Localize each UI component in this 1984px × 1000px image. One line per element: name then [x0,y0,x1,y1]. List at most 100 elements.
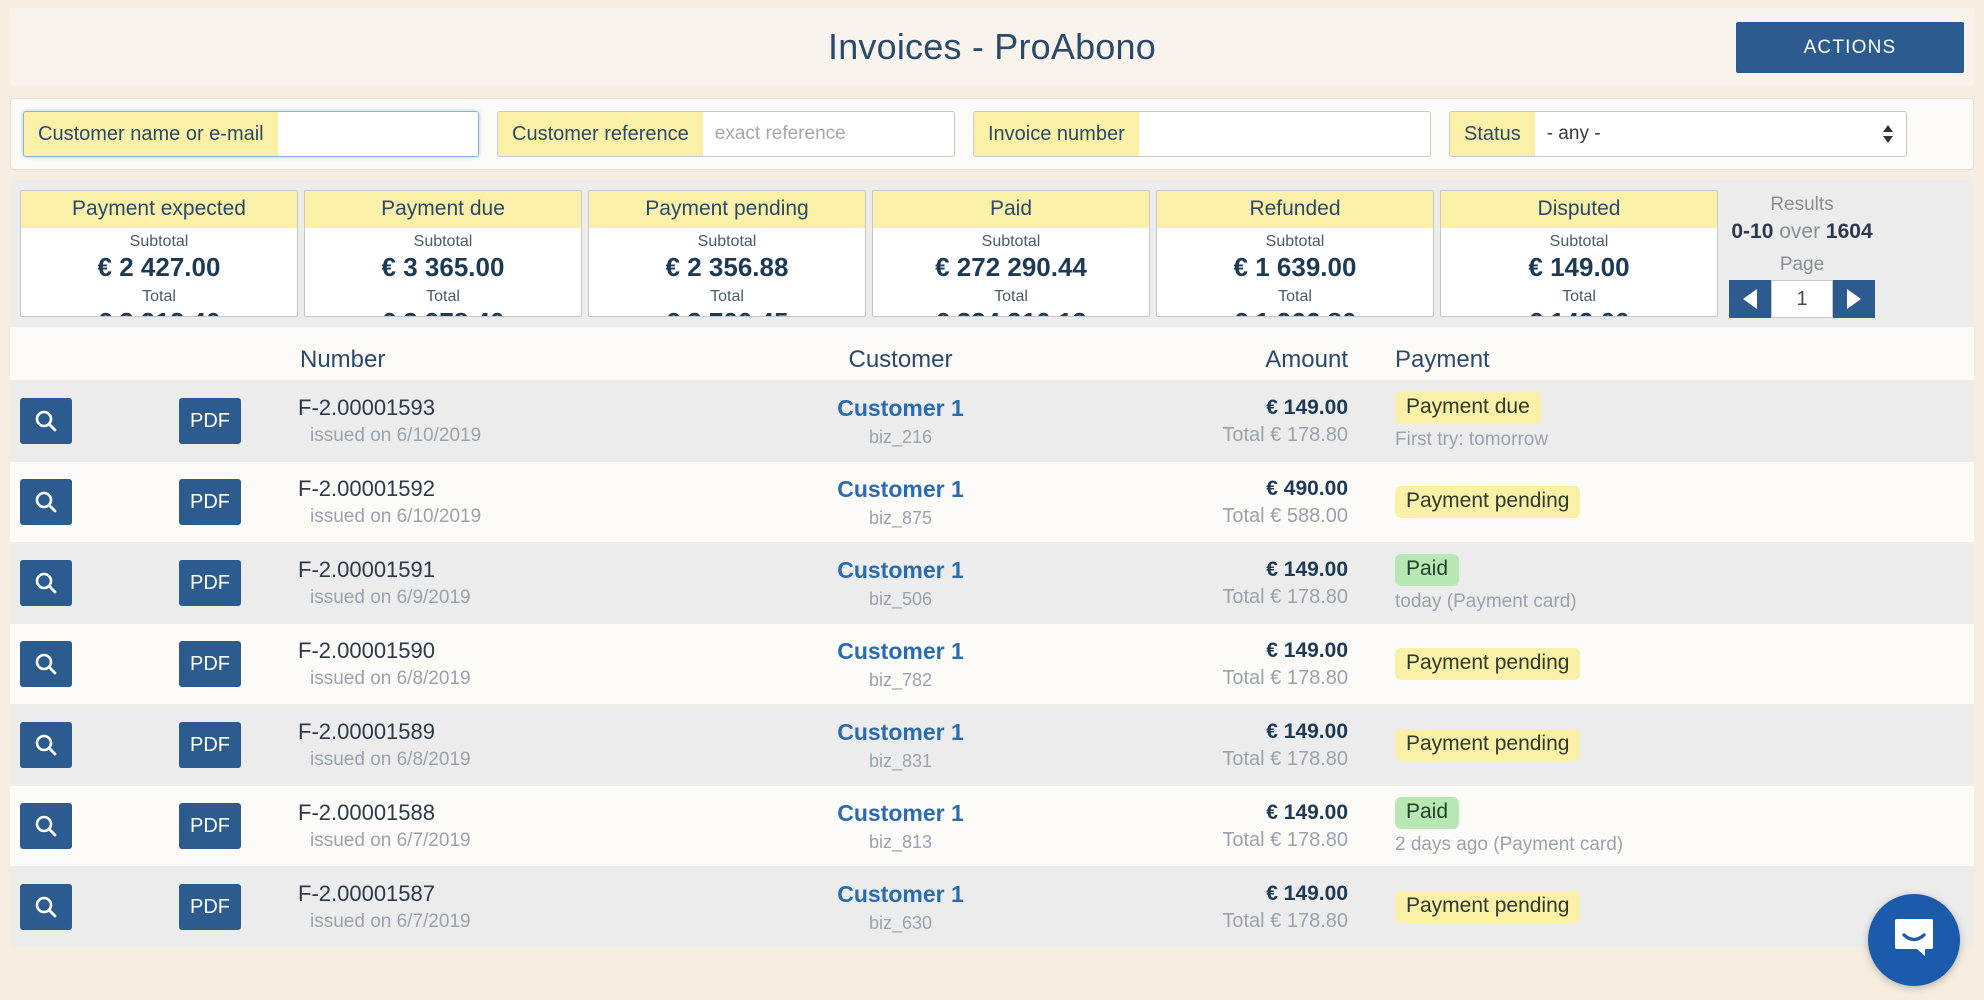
filter-customer-name[interactable]: Customer name or e-mail [23,111,479,157]
amount-subtotal: € 149.00 [1266,557,1348,581]
amount-total: Total € 178.80 [1222,666,1348,689]
invoice-number-cell: F-2.00001587 issued on 6/7/2019 [298,881,728,933]
stepper-arrows-icon[interactable] [1882,124,1894,144]
table-row[interactable]: PDF F-2.00001589 issued on 6/8/2019 Custome… [10,704,1974,785]
filter-status[interactable]: Status - any - [1449,111,1907,157]
invoice-number: F-2.00001592 [298,476,435,501]
table-row[interactable]: PDF F-2.00001591 issued on 6/9/2019 Custome… [10,542,1974,623]
chat-launcher-button[interactable] [1868,894,1960,986]
invoice-issued-date: issued on 6/10/2019 [310,506,482,527]
summary-card-paid: Paid Subtotal € 272 290.44 Total € 324 9… [872,190,1150,317]
download-pdf-button[interactable]: PDF [179,641,241,687]
customer-reference: biz_813 [868,831,933,852]
row-actions: PDF [10,641,298,687]
invoice-number-cell: F-2.00001589 issued on 6/8/2019 [298,719,728,771]
amount-cell: € 490.00 Total € 588.00 [1073,477,1383,528]
download-pdf-button[interactable]: PDF [179,722,241,768]
invoice-number: F-2.00001591 [298,557,435,582]
row-actions: PDF [10,803,298,849]
summary-subtotal-value: € 2 356.88 [665,252,789,282]
table-row[interactable]: PDF F-2.00001592 issued on 6/10/2019 Custom… [10,461,1974,542]
status-badge: Paid [1395,553,1460,586]
summary-card-refunded: Refunded Subtotal € 1 639.00 Total € 1 9… [1156,190,1434,317]
table-row[interactable]: PDF F-2.00001590 issued on 6/8/2019 Custome… [10,623,1974,704]
view-invoice-button[interactable] [20,560,72,606]
amount-subtotal: € 149.00 [1266,719,1348,743]
summary-subtotal-value: € 3 365.00 [381,252,505,282]
status-badge: Payment pending [1395,729,1581,761]
view-invoice-button[interactable] [20,803,72,849]
page-header: Invoices - ProAbono ACTIONS [10,8,1974,86]
row-actions: PDF [10,560,298,606]
customer-name-input[interactable] [277,112,478,156]
invoice-issued-date: issued on 6/8/2019 [310,749,471,770]
summary-total-value: € 3 978.40 [382,307,505,316]
download-pdf-button[interactable]: PDF [179,479,241,525]
download-pdf-button[interactable]: PDF [179,884,241,930]
download-pdf-button[interactable]: PDF [179,803,241,849]
amount-total: Total € 178.80 [1222,828,1348,851]
filter-customer-reference[interactable]: Customer reference [497,111,955,157]
chat-bubble-icon [1891,915,1937,966]
amount-cell: € 149.00 Total € 178.80 [1073,639,1383,690]
customer-link[interactable]: Customer 1 [728,881,1073,908]
customer-link[interactable]: Customer 1 [728,395,1073,422]
results-range: 0-10 [1731,220,1774,243]
invoice-number: F-2.00001588 [298,800,435,825]
page-label: Page [1779,254,1825,275]
summary-total-label: Total [994,288,1028,305]
customer-reference: biz_831 [868,750,933,771]
customer-link[interactable]: Customer 1 [728,800,1073,827]
summary-subtotal-value: € 272 290.44 [935,252,1087,282]
results-count: 0-10 over 1604 [1731,220,1872,244]
customer-link[interactable]: Customer 1 [728,719,1073,746]
download-pdf-button[interactable]: PDF [179,398,241,444]
customer-cell: Customer 1 biz_813 [728,800,1073,853]
customer-reference: biz_506 [868,588,933,609]
view-invoice-button[interactable] [20,641,72,687]
next-page-button[interactable] [1833,280,1875,318]
page-number-value[interactable]: 1 [1771,280,1833,318]
view-invoice-button[interactable] [20,479,72,525]
view-invoice-button[interactable] [20,722,72,768]
payment-note: First try: tomorrow [1395,428,1549,450]
column-header-amount: Amount [1265,346,1348,373]
customer-cell: Customer 1 biz_630 [728,881,1073,934]
table-row[interactable]: PDF F-2.00001587 issued on 6/7/2019 Custome… [10,866,1974,947]
summary-total-label: Total [426,288,460,305]
summary-card-title: Payment expected [21,191,297,228]
download-pdf-button[interactable]: PDF [179,560,241,606]
customer-reference-input[interactable] [702,112,954,156]
invoice-issued-date: issued on 6/7/2019 [310,830,471,851]
filter-invoice-number[interactable]: Invoice number [973,111,1431,157]
amount-total: Total € 178.80 [1222,423,1348,446]
results-label: Results [1770,194,1834,215]
view-invoice-button[interactable] [20,398,72,444]
payment-note: 2 days ago (Payment card) [1395,833,1624,855]
summary-card-disputed: Disputed Subtotal € 149.00 Total € 149.0… [1440,190,1718,317]
previous-page-button[interactable] [1729,280,1771,318]
view-invoice-button[interactable] [20,884,72,930]
amount-cell: € 149.00 Total € 178.80 [1073,801,1383,852]
customer-link[interactable]: Customer 1 [728,476,1073,503]
summary-subtotal-label: Subtotal [981,233,1041,250]
customer-cell: Customer 1 biz_506 [728,557,1073,610]
table-row[interactable]: PDF F-2.00001593 issued on 6/10/2019 Custom… [10,380,1974,461]
status-select[interactable]: - any - [1535,112,1906,156]
row-actions: PDF [10,479,298,525]
status-select-value: - any - [1546,123,1601,144]
customer-link[interactable]: Customer 1 [728,638,1073,665]
amount-total: Total € 178.80 [1222,747,1348,770]
summary-total-label: Total [710,288,744,305]
invoice-number-cell: F-2.00001593 issued on 6/10/2019 [298,395,728,447]
actions-button[interactable]: ACTIONS [1736,22,1964,73]
summary-total-value: € 324 910.19 [935,307,1087,316]
invoice-issued-date: issued on 6/10/2019 [310,425,482,446]
customer-reference: biz_782 [868,669,933,690]
summary-card-title: Disputed [1441,191,1717,228]
table-row[interactable]: PDF F-2.00001588 issued on 6/7/2019 Custome… [10,785,1974,866]
amount-subtotal: € 490.00 [1266,476,1348,500]
invoice-number-input[interactable] [1138,112,1430,156]
customer-link[interactable]: Customer 1 [728,557,1073,584]
summary-subtotal-label: Subtotal [129,233,189,250]
